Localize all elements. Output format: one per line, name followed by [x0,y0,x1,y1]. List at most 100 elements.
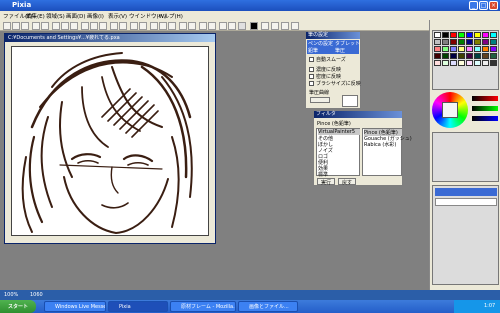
layer-icon[interactable] [188,22,196,30]
color-swatch[interactable] [466,39,473,45]
view-icon[interactable] [291,22,299,30]
color-swatch[interactable] [434,32,441,38]
concentration-checkbox[interactable] [309,74,314,79]
start-button[interactable]: スタート [0,300,36,313]
minimize-button[interactable]: _ [469,1,478,10]
copy-icon[interactable] [61,22,69,30]
mode-icon[interactable] [261,22,269,30]
color-swatch[interactable] [458,39,465,45]
taskbar-item-mozilla[interactable]: 原材フレーム - Mozilla... [170,301,236,312]
filter-item[interactable]: Rabica (水彩) [364,141,396,148]
color-swatch[interactable] [474,46,481,52]
close-button[interactable]: × [489,1,498,10]
color-swatch[interactable] [450,32,457,38]
color-swatch[interactable] [450,39,457,45]
layer-panel[interactable] [432,185,499,285]
new-file-icon[interactable] [3,22,11,30]
tab-tablet[interactable]: タブレット [335,40,360,47]
color-swatch[interactable] [458,53,465,59]
color-swatch[interactable] [482,46,489,52]
select-free-icon[interactable] [90,22,98,30]
color-swatch[interactable] [466,53,473,59]
color-swatch[interactable] [466,46,473,52]
color-swatch[interactable] [474,39,481,45]
layer-row[interactable] [435,198,497,206]
pressure-curve-box[interactable] [342,95,358,107]
filter-category-list[interactable]: VirtualPainter5 その他 ぼかし ノイズ ロゴ 便利 効果 標準 [316,128,360,178]
grid-icon[interactable] [219,22,227,30]
taskbar-item-pixia[interactable]: Pixia [108,301,168,312]
color-swatch[interactable] [434,53,441,59]
color-swatch[interactable] [490,53,497,59]
bg-color-icon[interactable] [250,22,258,30]
zoom-out-icon[interactable] [119,22,127,30]
menu-help[interactable]: ヘルプ(H) [158,12,183,20]
pressure-button[interactable] [310,97,330,103]
option-icon[interactable] [281,22,289,30]
color-swatch[interactable] [434,39,441,45]
eraser-icon[interactable] [159,22,167,30]
color-swatch[interactable] [466,32,473,38]
menu-edit[interactable]: 編集(E) [26,12,45,20]
density-checkbox[interactable] [309,67,314,72]
tab-pen-settings[interactable]: ペンの設定 [308,40,333,47]
select-rect-icon[interactable] [81,22,89,30]
brush-preset-panel[interactable] [432,132,499,182]
color-swatch[interactable] [434,60,441,66]
color-swatch[interactable] [442,60,449,66]
settings-icon[interactable] [228,22,236,30]
color-swatch[interactable] [474,53,481,59]
color-swatch[interactable] [482,60,489,66]
color-swatch[interactable] [458,46,465,52]
cut-icon[interactable] [52,22,60,30]
taskbar-item-messenger[interactable]: Windows Live Messen... [44,301,106,312]
color-palette[interactable] [432,30,499,90]
save-icon[interactable] [21,22,29,30]
color-picker-square[interactable] [442,102,458,118]
green-slider[interactable] [472,106,498,111]
color-swatch[interactable] [490,46,497,52]
color-swatch[interactable] [490,60,497,66]
flip-icon[interactable] [139,22,147,30]
text-icon[interactable] [179,22,187,30]
auto-smooth-checkbox[interactable] [309,57,314,62]
fg-color-icon[interactable] [238,22,246,30]
color-swatch[interactable] [434,46,441,52]
color-swatch[interactable] [490,39,497,45]
color-swatch[interactable] [474,32,481,38]
color-swatch[interactable] [450,53,457,59]
taskbar-item-folder[interactable]: 画像とファイル... [238,301,298,312]
color-icon[interactable] [208,22,216,30]
paste-icon[interactable] [70,22,78,30]
color-swatch[interactable] [442,39,449,45]
color-swatch[interactable] [442,32,449,38]
brush-icon[interactable] [150,22,158,30]
pen-mode-icon[interactable] [271,22,279,30]
blue-slider[interactable] [472,116,498,121]
color-swatch[interactable] [474,60,481,66]
color-swatch[interactable] [458,60,465,66]
drawing-canvas[interactable] [11,46,209,236]
color-swatch[interactable] [482,39,489,45]
fill-icon[interactable] [168,22,176,30]
tab-pencil[interactable]: 鉛筆 [308,47,318,54]
color-swatch[interactable] [490,32,497,38]
redo-icon[interactable] [41,22,49,30]
zoom-in-icon[interactable] [110,22,118,30]
color-swatch[interactable] [442,46,449,52]
undo-filter-button[interactable]: 戻す [338,178,356,186]
move-icon[interactable] [99,22,107,30]
menu-display[interactable]: 画面(D) [66,12,86,20]
menu-select[interactable]: 領域(S) [46,12,65,20]
layer-row[interactable] [435,188,497,196]
run-filter-button[interactable]: 実行 [317,178,335,186]
menu-image[interactable]: 画像(I) [87,12,104,20]
maximize-button[interactable]: □ [479,1,488,10]
color-swatch[interactable] [466,60,473,66]
open-file-icon[interactable] [12,22,20,30]
filter-icon[interactable] [199,22,207,30]
color-swatch[interactable] [442,53,449,59]
red-slider[interactable] [472,96,498,101]
color-swatch[interactable] [482,32,489,38]
color-swatch[interactable] [482,53,489,59]
